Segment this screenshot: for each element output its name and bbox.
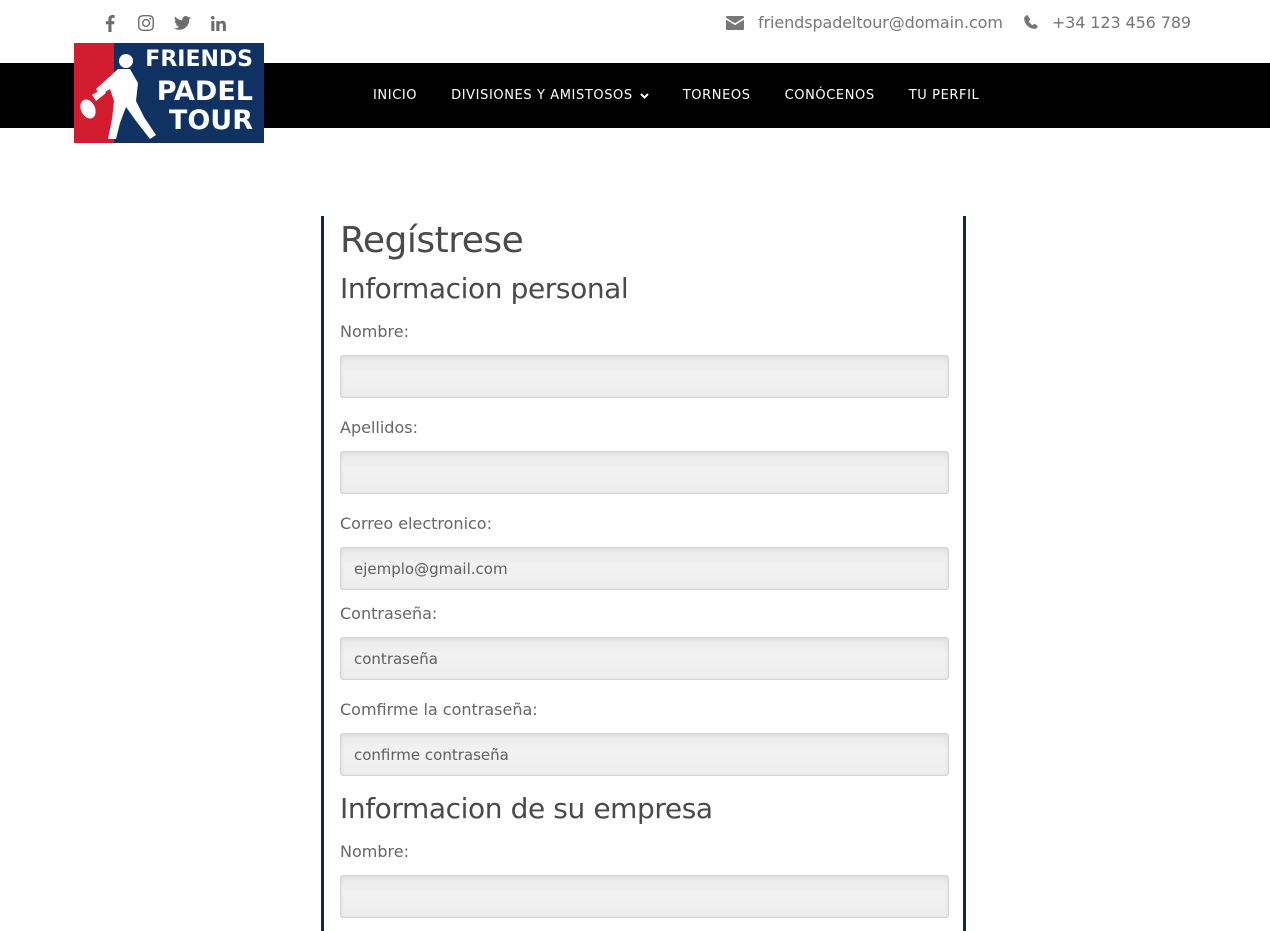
nav-item-torneos[interactable]: TORNEOS [683,88,751,103]
instagram-icon[interactable] [128,12,164,34]
personal-info-heading: Informacion personal [340,272,629,305]
email-input[interactable] [340,547,949,590]
company-info-heading: Informacion de su empresa [340,792,713,825]
confirm-password-input[interactable] [340,733,949,776]
password-label: Contraseña: [340,604,438,623]
nav-item-divisiones[interactable]: DIVISIONES Y AMISTOSOS [451,88,649,103]
logo-text-padel: PADEL [156,76,253,107]
confirm-password-label: Comfirme la contraseña: [340,700,538,719]
envelope-icon [726,15,745,30]
nombre-label: Nombre: [340,322,409,341]
nav-item-tu-perfil[interactable]: TU PERFIL [909,88,980,103]
logo-text-friends: FRIENDS [145,47,253,72]
password-input[interactable] [340,637,949,680]
contact-email[interactable]: friendspadeltour@domain.com [758,13,1003,32]
main-menu: INICIO DIVISIONES Y AMISTOSOS TORNEOS CO… [373,63,1013,128]
facebook-icon[interactable] [92,12,128,34]
nombre-input[interactable] [340,355,949,398]
logo-text-tour: TOUR [168,105,253,136]
page-title: Regístrese [340,220,524,261]
nav-item-conocenos[interactable]: CONÓCENOS [785,88,875,103]
site-logo[interactable]: FRIENDS PADEL TOUR [74,43,264,143]
company-nombre-label: Nombre: [340,842,409,861]
phone-icon [1023,15,1038,30]
social-links [92,12,236,34]
chevron-down-icon [640,92,649,99]
contact-info: friendspadeltour@domain.com +34 123 456 … [726,13,1191,32]
contact-phone[interactable]: +34 123 456 789 [1052,13,1191,32]
email-label: Correo electronico: [340,514,492,533]
nav-item-inicio[interactable]: INICIO [373,88,417,103]
company-nombre-input[interactable] [340,875,949,918]
linkedin-icon[interactable] [200,12,236,34]
nav-item-divisiones-label: DIVISIONES Y AMISTOSOS [451,88,633,103]
registration-form: Regístrese Informacion personal Nombre: … [321,216,966,931]
apellidos-label: Apellidos: [340,418,418,437]
twitter-icon[interactable] [164,12,200,34]
apellidos-input[interactable] [340,451,949,494]
